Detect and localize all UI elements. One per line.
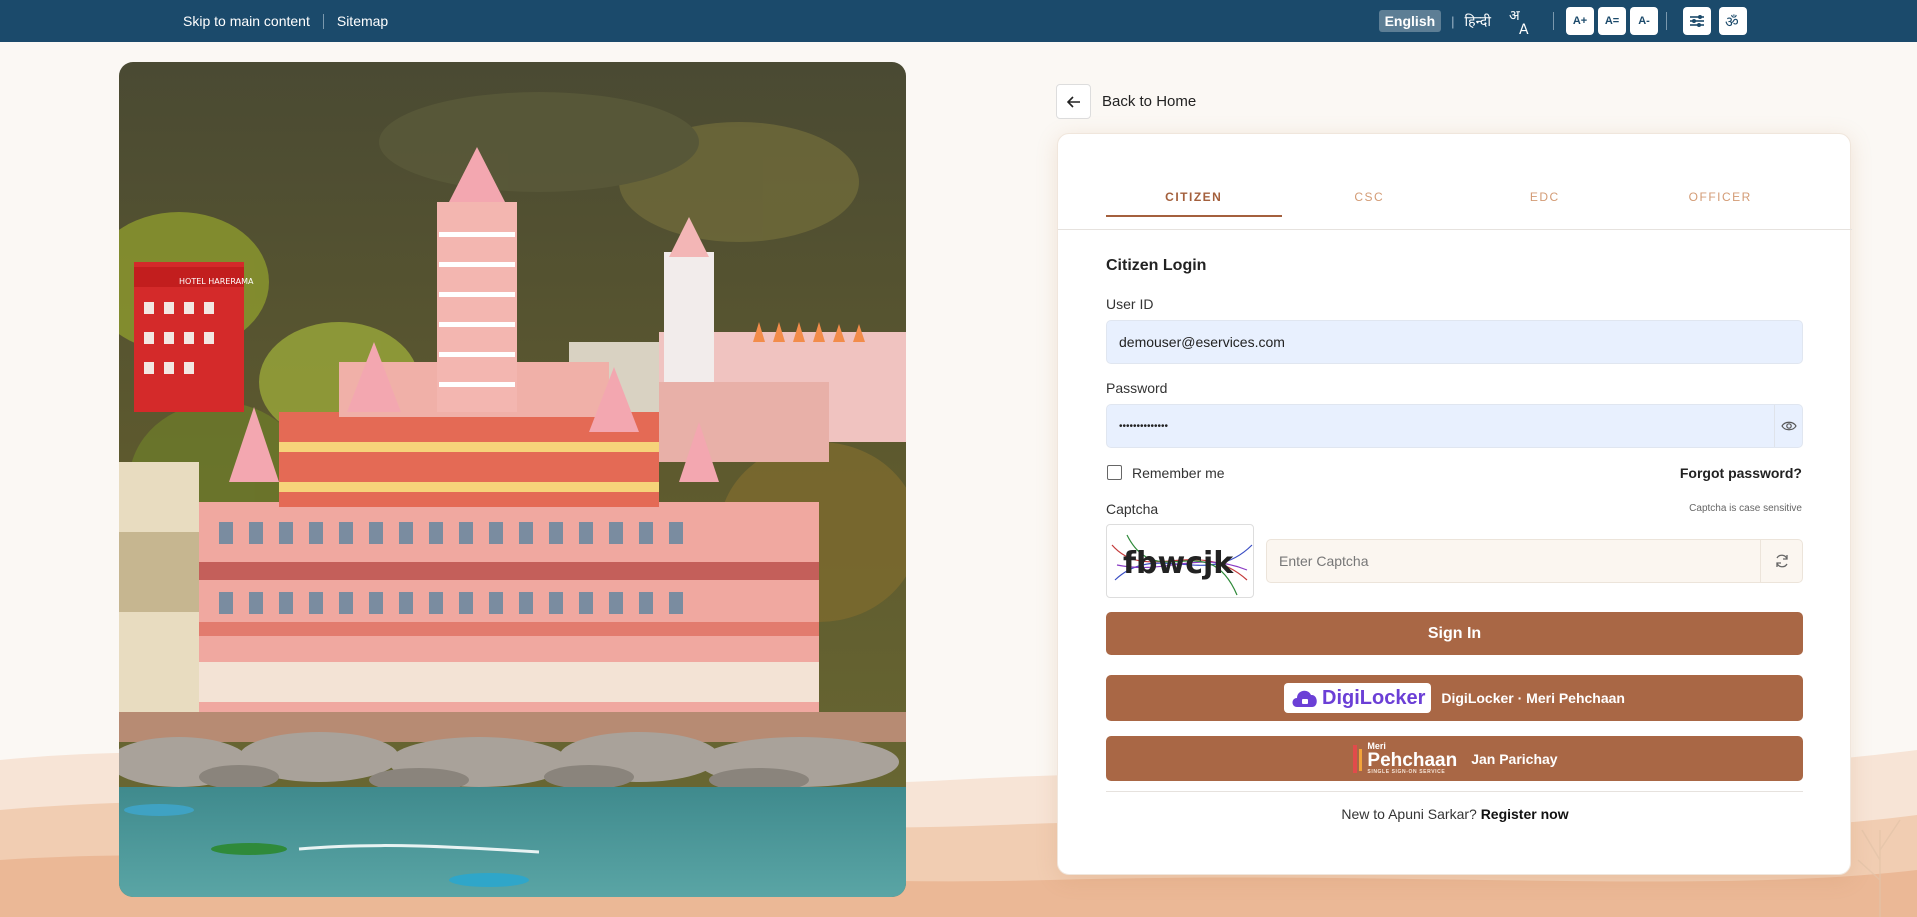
sign-in-button[interactable]: Sign In — [1106, 612, 1803, 655]
arrow-left-icon — [1066, 95, 1080, 108]
translate-icon[interactable]: अ A — [1507, 6, 1535, 36]
meri-pehchaan-logo: Meri Pehchaan SINGLE SIGN-ON SERVICE — [1351, 742, 1457, 775]
divider — [322, 13, 324, 29]
divider — [1106, 791, 1803, 792]
divider — [1553, 12, 1554, 30]
tab-officer[interactable]: OFFICER — [1633, 179, 1809, 217]
font-decrease-button[interactable]: A- — [1630, 7, 1658, 35]
svg-text:ॐ: ॐ — [1725, 13, 1739, 30]
user-id-label: User ID — [1106, 296, 1154, 312]
captcha-note: Captcha is case sensitive — [1689, 503, 1802, 514]
password-label: Password — [1106, 380, 1168, 396]
user-id-value: demouser@eservices.com — [1119, 334, 1285, 350]
forgot-password-link[interactable]: Forgot password? — [1680, 465, 1802, 481]
captcha-input[interactable]: Enter Captcha — [1266, 539, 1803, 583]
password-input[interactable]: •••••••••••••• — [1106, 404, 1803, 448]
login-card: CITIZEN CSC EDC OFFICER Citizen Login Us… — [1057, 133, 1852, 875]
svg-text:A: A — [1519, 22, 1529, 36]
tab-csc[interactable]: CSC — [1282, 179, 1458, 217]
digilocker-button[interactable]: DigiLocker DigiLocker · Meri Pehchaan — [1106, 675, 1803, 721]
remember-me-checkbox[interactable] — [1107, 465, 1122, 480]
sitemap-link[interactable]: Sitemap — [337, 13, 388, 29]
jan-parichay-label: Jan Parichay — [1471, 750, 1558, 767]
skip-to-main-link[interactable]: Skip to main content — [183, 13, 310, 29]
lang-english-button[interactable]: English — [1378, 10, 1442, 32]
remember-me-label[interactable]: Remember me — [1132, 465, 1225, 481]
divider — [1058, 229, 1852, 230]
sliders-icon — [1690, 15, 1704, 27]
top-utility-bar: Skip to main content Sitemap English | ह… — [0, 0, 1917, 42]
captcha-text: fbwcjk — [1123, 546, 1234, 581]
pehchaan-tagline: SINGLE SIGN-ON SERVICE — [1367, 769, 1446, 775]
divider — [1666, 12, 1667, 30]
register-prompt: New to Apuni Sarkar? Register now — [1058, 806, 1852, 822]
om-symbol-button[interactable]: ॐ — [1719, 7, 1747, 35]
show-password-button[interactable] — [1774, 405, 1802, 447]
lang-hindi-button[interactable]: हिन्दी — [1465, 12, 1491, 31]
pehchaan-mark-icon — [1353, 744, 1363, 773]
hotel-sign-text: HOTEL HARERAMA — [179, 277, 254, 286]
font-reset-button[interactable]: A= — [1598, 7, 1626, 35]
captcha-label: Captcha — [1106, 501, 1159, 517]
digilocker-logo-text: DigiLocker — [1322, 686, 1426, 709]
digilocker-label: DigiLocker · Meri Pehchaan — [1441, 690, 1625, 706]
back-button[interactable] — [1056, 84, 1091, 119]
accessibility-tools: English | हिन्दी अ A A+ A= A- ॐ — [1378, 0, 1747, 42]
cloud-lock-icon — [1292, 690, 1317, 707]
register-prompt-text: New to Apuni Sarkar? — [1341, 806, 1477, 822]
om-icon: ॐ — [1725, 13, 1739, 30]
eye-icon — [1780, 421, 1797, 431]
password-value: •••••••••••••• — [1119, 420, 1169, 432]
font-increase-button[interactable]: A+ — [1566, 7, 1594, 35]
refresh-icon — [1775, 554, 1788, 568]
captcha-image: fbwcjk — [1106, 524, 1254, 598]
divider: | — [1451, 13, 1455, 29]
contrast-settings-button[interactable] — [1683, 7, 1711, 35]
pehchaan-wordmark: Meri Pehchaan SINGLE SIGN-ON SERVICE — [1367, 742, 1457, 775]
temple-photo: HOTEL HARERAMA — [119, 62, 906, 897]
form-title: Citizen Login — [1106, 257, 1207, 274]
back-to-home-link[interactable]: Back to Home — [1102, 93, 1196, 110]
utility-links: Skip to main content Sitemap — [183, 0, 388, 42]
login-type-tabs: CITIZEN CSC EDC OFFICER — [1106, 179, 1808, 217]
digilocker-logo: DigiLocker — [1284, 683, 1432, 713]
refresh-captcha-button[interactable] — [1760, 540, 1802, 582]
tab-citizen[interactable]: CITIZEN — [1106, 179, 1282, 217]
pehchaan-logo-text: Pehchaan — [1367, 750, 1458, 771]
captcha-placeholder: Enter Captcha — [1279, 553, 1369, 569]
register-now-link[interactable]: Register now — [1481, 806, 1569, 822]
tab-edc[interactable]: EDC — [1457, 179, 1633, 217]
jan-parichay-button[interactable]: Meri Pehchaan SINGLE SIGN-ON SERVICE Jan… — [1106, 736, 1803, 781]
user-id-input[interactable]: demouser@eservices.com — [1106, 320, 1803, 364]
